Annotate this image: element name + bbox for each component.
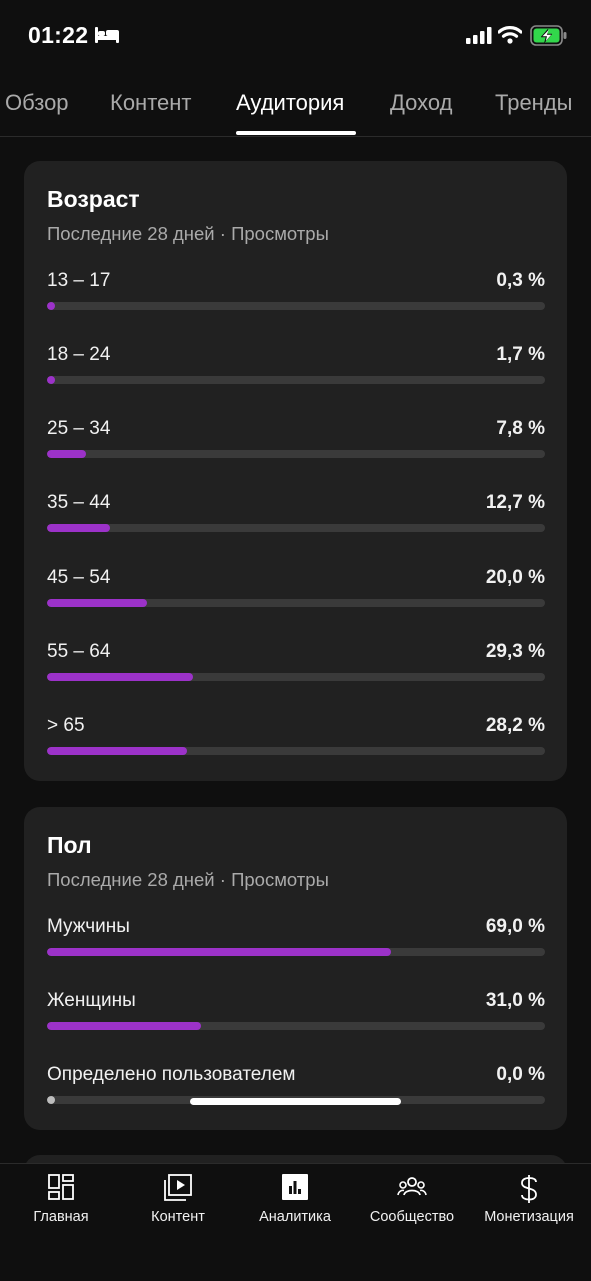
age-range-label: 35 – 44 — [47, 492, 111, 513]
card-subtitle: Последние 28 дней · Просмотры — [47, 223, 329, 244]
tab-revenue[interactable]: Доход — [390, 90, 452, 116]
progress-track — [47, 948, 545, 956]
progress-track — [47, 1022, 545, 1030]
card-title: Возраст — [47, 186, 140, 212]
content-play-icon — [164, 1174, 192, 1201]
nav-monetization[interactable]: Монетизация — [478, 1164, 580, 1234]
age-row: 45 – 54 20,0 % — [47, 567, 545, 617]
nav-community[interactable]: Сообщество — [364, 1164, 460, 1234]
age-percent-value: 29,3 % — [485, 641, 545, 662]
gender-label: Определено пользователем — [47, 1064, 296, 1085]
age-percent-value: 1,7 % — [496, 344, 545, 365]
nav-label: Монетизация — [484, 1209, 574, 1225]
progress-track — [47, 302, 545, 310]
age-row: 35 – 44 12,7 % — [47, 492, 545, 542]
analytics-tabs: Обзор Контент Аудитория Доход Тренды — [0, 72, 591, 137]
age-percent-value: 20,0 % — [485, 567, 545, 588]
age-range-label: 13 – 17 — [47, 270, 111, 291]
bed-icon — [95, 27, 119, 43]
tab-content[interactable]: Контент — [110, 90, 192, 116]
gender-percent-value: 31,0 % — [485, 990, 545, 1011]
gender-label: Женщины — [47, 990, 136, 1011]
age-range-label: 55 – 64 — [47, 641, 111, 662]
age-range-label: 45 – 54 — [47, 567, 111, 588]
age-percent-value: 7,8 % — [496, 418, 545, 439]
card-subtitle: Последние 28 дней · Просмотры — [47, 869, 329, 890]
home-indicator — [190, 1098, 401, 1105]
active-tab-indicator — [236, 131, 356, 135]
age-percent-value: 0,3 % — [496, 270, 545, 291]
progress-track — [47, 376, 545, 384]
progress-fill — [47, 376, 56, 384]
nav-label: Контент — [151, 1209, 205, 1225]
age-range-label: 18 – 24 — [47, 344, 111, 365]
progress-fill — [47, 1022, 202, 1030]
tab-audience[interactable]: Аудитория — [236, 90, 344, 116]
progress-fill — [47, 302, 55, 310]
status-time: 01:22 — [28, 22, 89, 48]
status-bar: 01:22 — [0, 0, 591, 72]
community-icon — [397, 1177, 427, 1196]
nav-content[interactable]: Контент — [138, 1164, 218, 1234]
tab-overview[interactable]: Обзор — [5, 90, 69, 116]
analytics-icon — [282, 1174, 308, 1200]
gender-row: Женщины 31,0 % — [47, 990, 545, 1040]
gender-row: Мужчины 69,0 % — [47, 916, 545, 966]
progress-fill — [47, 948, 391, 956]
gender-card: Пол Последние 28 дней · Просмотры Мужчин… — [24, 807, 567, 1130]
age-percent-value: 28,2 % — [485, 715, 545, 736]
age-row: > 65 28,2 % — [47, 715, 545, 765]
tab-trends[interactable]: Тренды — [495, 90, 572, 116]
wifi-icon — [498, 26, 522, 44]
progress-track — [47, 673, 545, 681]
progress-track — [47, 524, 545, 532]
progress-fill — [47, 599, 147, 607]
nav-label: Аналитика — [259, 1209, 331, 1225]
gender-label: Мужчины — [47, 916, 130, 937]
nav-label: Сообщество — [369, 1209, 455, 1225]
age-range-label: > 65 — [47, 715, 85, 736]
age-row: 55 – 64 29,3 % — [47, 641, 545, 691]
battery-charging-icon — [530, 25, 567, 46]
age-range-label: 25 – 34 — [47, 418, 111, 439]
gender-percent-value: 0,0 % — [496, 1064, 545, 1085]
bottom-nav: Главная Контент Аналитика Сообщество Мон… — [0, 1163, 591, 1281]
progress-fill — [47, 1096, 55, 1104]
age-row: 18 – 24 1,7 % — [47, 344, 545, 394]
gender-row: Определено пользователем 0,0 % — [47, 1064, 545, 1114]
progress-fill — [47, 524, 111, 532]
gender-percent-value: 69,0 % — [485, 916, 545, 937]
progress-track — [47, 450, 545, 458]
cellular-signal-icon — [466, 27, 492, 44]
progress-fill — [47, 747, 188, 755]
age-row: 25 – 34 7,8 % — [47, 418, 545, 468]
dollar-icon — [521, 1175, 537, 1203]
age-percent-value: 12,7 % — [485, 492, 545, 513]
progress-track — [47, 747, 545, 755]
progress-fill — [47, 673, 193, 681]
card-title: Пол — [47, 832, 92, 858]
age-row: 13 – 17 0,3 % — [47, 270, 545, 320]
nav-label: Главная — [33, 1209, 89, 1225]
progress-track — [47, 599, 545, 607]
nav-analytics[interactable]: Аналитика — [252, 1164, 338, 1234]
nav-home[interactable]: Главная — [20, 1164, 102, 1234]
dashboard-icon — [48, 1174, 74, 1200]
progress-fill — [47, 450, 86, 458]
age-card: Возраст Последние 28 дней · Просмотры 13… — [24, 161, 567, 781]
